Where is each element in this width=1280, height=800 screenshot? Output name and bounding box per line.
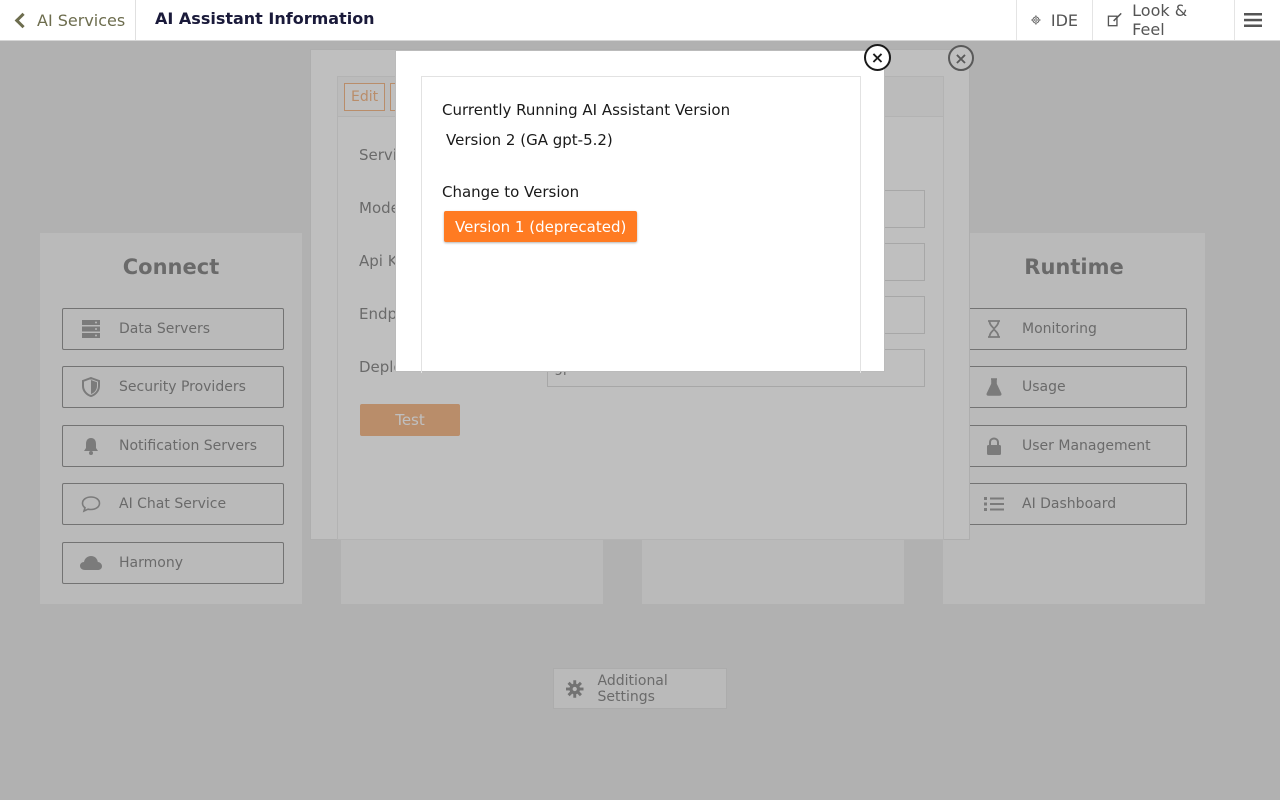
change-version-heading: Change to Version (442, 183, 580, 201)
back-button[interactable]: AI Services (0, 0, 136, 40)
brush-icon (1107, 12, 1122, 27)
chevron-left-icon (14, 12, 31, 28)
version-modal-close-button[interactable]: × (864, 44, 891, 71)
ide-label: IDE (1050, 10, 1078, 30)
page-title: AI Assistant Information (155, 9, 375, 28)
version-modal-panel: Currently Running AI Assistant Version V… (421, 76, 861, 373)
look-feel-label: Look & Feel (1132, 1, 1188, 39)
current-version-heading: Currently Running AI Assistant Version (442, 101, 731, 119)
hamburger-icon (1243, 13, 1262, 27)
version-modal: Currently Running AI Assistant Version V… (395, 50, 885, 373)
gear-icon (1031, 15, 1041, 25)
hamburger-menu-button[interactable] (1234, 0, 1280, 40)
look-feel-button[interactable]: Look & Feel (1092, 0, 1234, 40)
back-label: AI Services (37, 10, 126, 30)
top-bar: AI Services AI Assistant Information IDE… (0, 0, 1280, 41)
ide-button[interactable]: IDE (1016, 0, 1092, 40)
version-1-button[interactable]: Version 1 (deprecated) (444, 211, 638, 242)
close-icon: × (870, 47, 885, 67)
current-version-value: Version 2 (GA gpt-5.2) (446, 131, 613, 149)
